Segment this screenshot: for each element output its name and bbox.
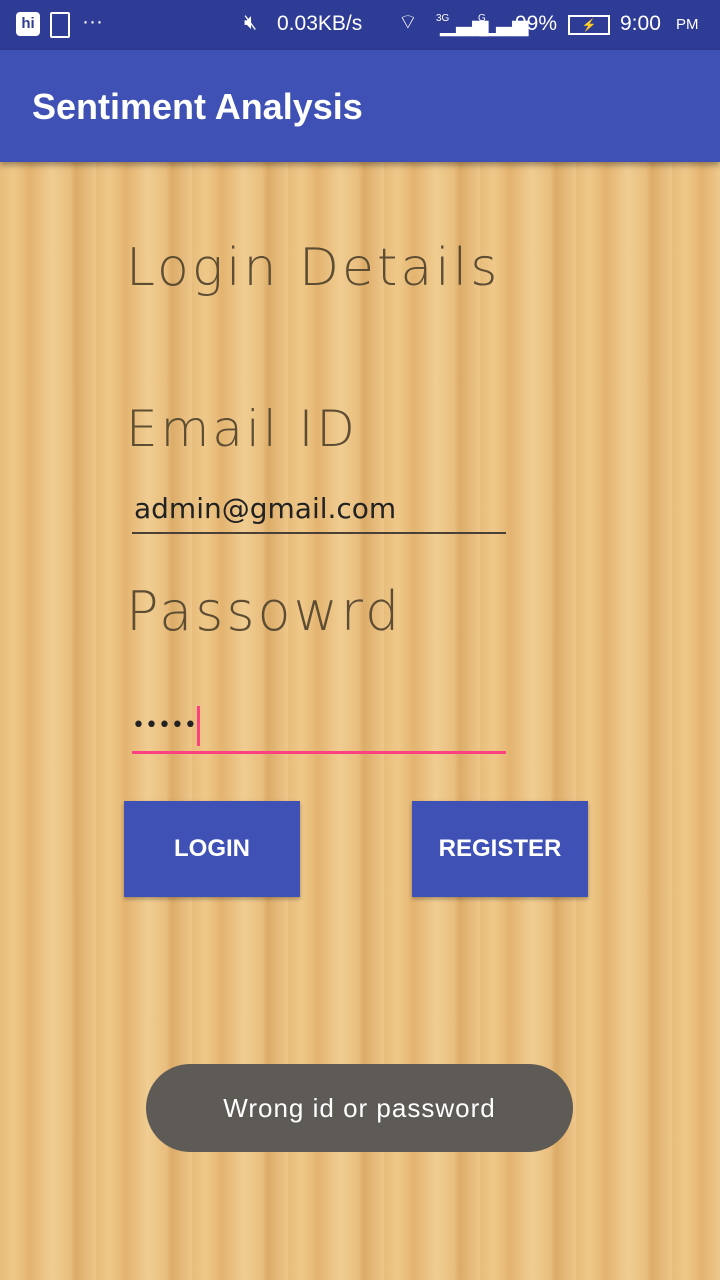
password-input[interactable]: ••••• [132,706,506,754]
clock: 9:00 [620,12,661,35]
password-value: ••••• [132,713,197,738]
register-button[interactable]: REGISTER [412,801,588,897]
login-heading: Login Details [126,238,501,298]
error-toast: Wrong id or password [146,1064,573,1152]
net-speed: 0.03KB/s [277,12,363,35]
email-value: admin@gmail.com [134,492,397,525]
app-bar: Sentiment Analysis [0,50,720,162]
login-button[interactable]: LOGIN [124,801,300,897]
clock-ampm: PM [676,16,699,33]
more-notifications-icon: ··· [82,10,103,33]
app-title: Sentiment Analysis [32,86,363,127]
status-bar: hi ··· 🔇︎ 0.03KB/s ⌔ 3G ▁▃▅ G ▁▃▅ 99% ⚡ … [0,0,720,50]
hike-icon: hi [16,12,40,36]
wifi-icon: ⌔ [398,11,418,34]
email-input[interactable]: admin@gmail.com [132,492,506,534]
mute-icon: 🔇︎ [244,11,258,34]
usb-icon [50,12,70,38]
battery-percent: 99% [515,12,558,35]
password-label: Passowrd [126,580,403,643]
email-label: Email ID [126,400,358,458]
battery-charging-icon: ⚡ [568,15,610,35]
text-cursor [196,706,200,746]
